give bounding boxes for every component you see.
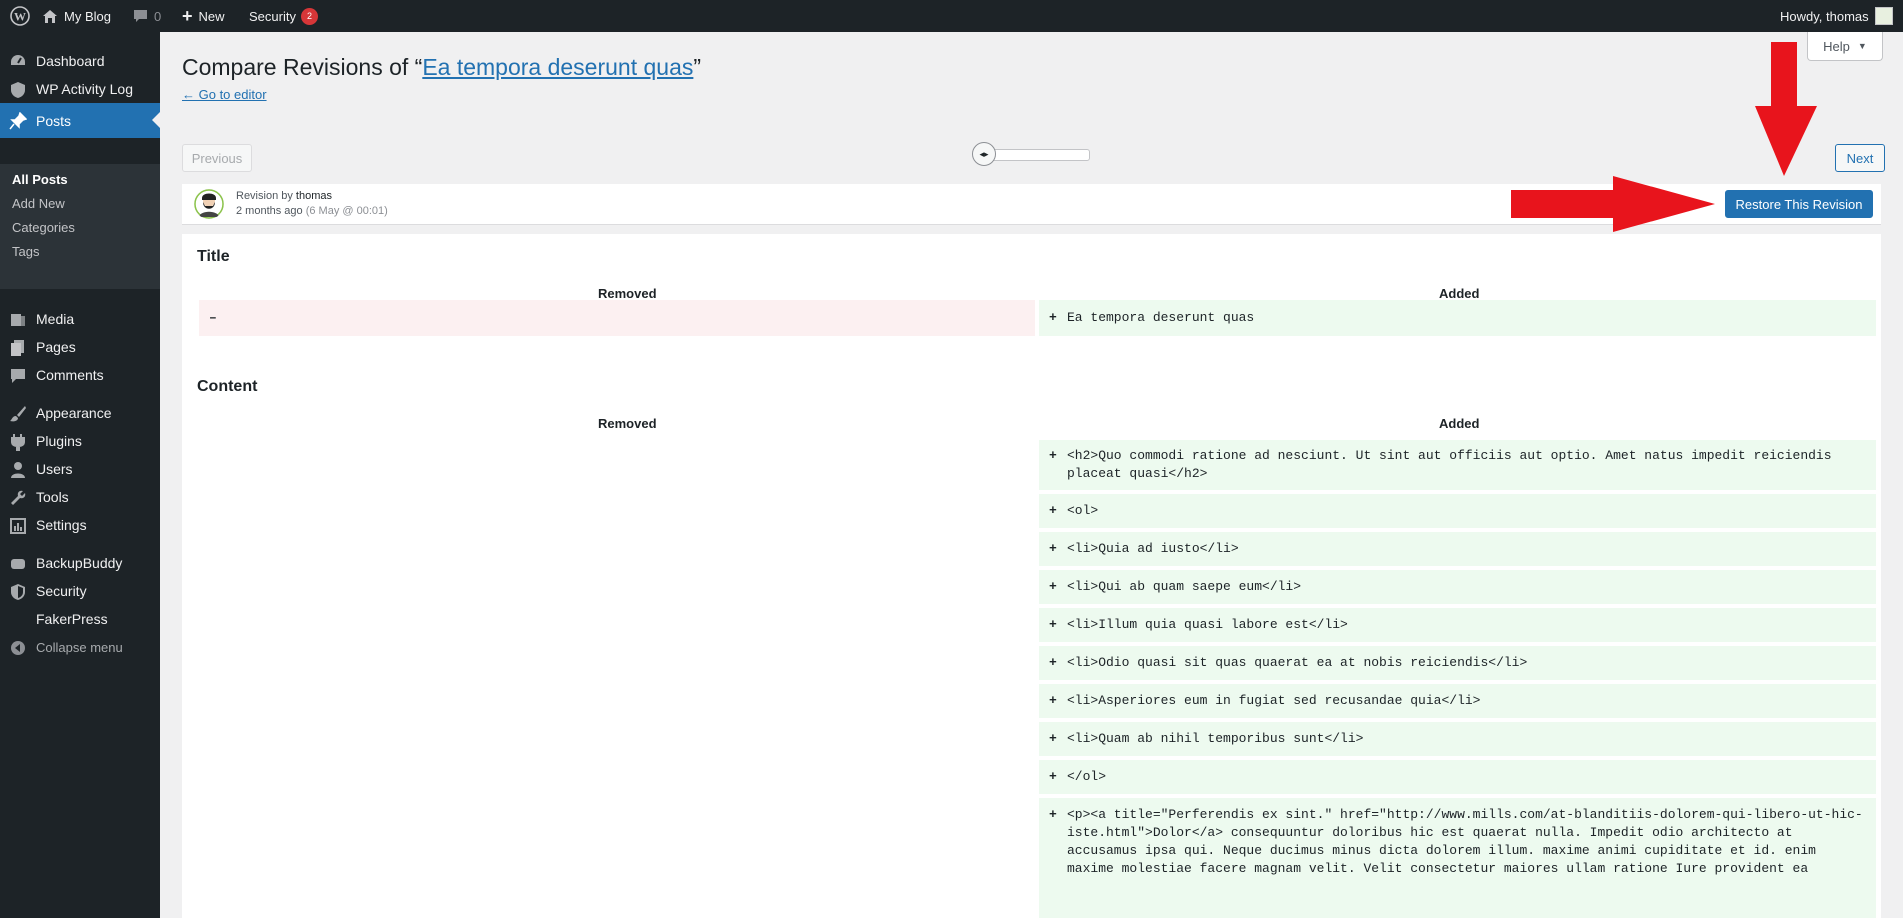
pages-icon (9, 339, 27, 357)
submenu-add-new[interactable]: Add New (12, 196, 65, 211)
plus-icon: + (182, 5, 193, 26)
content-added-row: + <li>Qui ab quam saepe eum</li> (1039, 570, 1876, 604)
wordpress-logo-icon[interactable]: W (10, 0, 30, 32)
shield-icon (9, 583, 27, 601)
content-section-heading: Content (197, 378, 258, 395)
active-menu-arrow (152, 112, 160, 128)
revision-time: 2 months ago (6 May @ 00:01) (236, 205, 388, 217)
submenu-tags[interactable]: Tags (12, 244, 39, 259)
content-added-row: + </ol> (1039, 760, 1876, 794)
content-added-row: + <li>Illum quia quasi labore est</li> (1039, 608, 1876, 642)
menu-settings[interactable]: Settings (0, 508, 160, 542)
go-to-editor-link[interactable]: ← Go to editor (182, 87, 267, 102)
minus-icon: – (209, 310, 217, 325)
revision-slider[interactable] (980, 149, 1090, 161)
content-added-row: + <h2>Quo commodi ratione ad nesciunt. U… (1039, 440, 1876, 490)
admin-bar: W My Blog 0 + New Security 2 Howdy, thom… (0, 0, 1903, 32)
security-link[interactable]: Security 2 (249, 0, 318, 32)
content-removed-header: Removed (598, 416, 657, 431)
plus-icon: + (1049, 693, 1057, 708)
user-icon (9, 461, 27, 479)
new-content-link[interactable]: + New (182, 0, 225, 32)
comments-count: 0 (154, 8, 162, 24)
title-added-row: + Ea tempora deserunt quas (1039, 300, 1876, 336)
content-added-row: + <li>Asperiores eum in fugiat sed recus… (1039, 684, 1876, 718)
post-title-link[interactable]: Ea tempora deserunt quas (422, 54, 693, 80)
wrench-icon (9, 489, 27, 507)
plus-icon: + (1049, 807, 1057, 822)
menu-wp-activity-log[interactable]: WP Activity Log (0, 72, 160, 106)
menu-comments[interactable]: Comments (0, 358, 160, 392)
settings-icon (9, 517, 27, 535)
plus-icon: + (1049, 579, 1057, 594)
content-added-header: Added (1439, 416, 1480, 431)
content-added-row: + <li>Quia ad iusto</li> (1039, 532, 1876, 566)
plus-icon: + (1049, 655, 1057, 670)
slider-handle[interactable]: ◂▸ (972, 142, 996, 166)
right-arrow-icon (1511, 176, 1715, 232)
plus-icon: + (1049, 769, 1057, 784)
admin-sidebar: Dashboard WP Activity Log Posts All Post… (0, 32, 160, 918)
slider-arrows-icon: ◂▸ (979, 148, 989, 159)
plus-icon: + (1049, 310, 1057, 325)
comments-link[interactable]: 0 (133, 0, 161, 32)
title-section-heading: Title (197, 248, 230, 265)
revision-diff: Title Removed Added – + Ea tempora deser… (182, 234, 1881, 918)
title-removed-header: Removed (598, 286, 657, 301)
security-label: Security (249, 8, 296, 24)
plus-icon: + (1049, 541, 1057, 556)
posts-submenu: All Posts Add New Categories Tags (0, 164, 160, 289)
plus-icon: + (1049, 617, 1057, 632)
comments-icon (9, 367, 27, 385)
author-name: thomas (295, 190, 332, 202)
comment-bubble-icon (133, 9, 148, 23)
avatar-small (1874, 7, 1893, 25)
content-added-row: + <li>Quam ab nihil temporibus sunt</li> (1039, 722, 1876, 756)
collapse-menu-button[interactable]: Collapse menu (0, 630, 160, 664)
site-name: My Blog (64, 8, 111, 24)
author-avatar (194, 189, 224, 219)
pin-icon (9, 111, 28, 130)
dashboard-icon (9, 53, 27, 71)
backup-icon (9, 555, 27, 573)
plus-icon: + (1049, 503, 1057, 518)
collapse-icon (9, 639, 27, 657)
plus-icon: + (1049, 731, 1057, 746)
plus-icon: + (1049, 448, 1057, 463)
submenu-categories[interactable]: Categories (12, 220, 75, 235)
security-badge: 2 (300, 7, 318, 25)
title-added-header: Added (1439, 286, 1480, 301)
svg-text:W: W (14, 10, 26, 24)
title-removed-row: – (199, 300, 1035, 336)
greeting: Howdy, thomas (1780, 8, 1869, 24)
previous-button[interactable]: Previous (182, 144, 252, 172)
submenu-all-posts[interactable]: All Posts (12, 172, 68, 187)
account-link[interactable]: Howdy, thomas (1780, 0, 1893, 32)
content-added-row: + <li>Odio quasi sit quas quaerat ea at … (1039, 646, 1876, 680)
media-icon (9, 311, 27, 329)
content-added-row: + <ol> (1039, 494, 1876, 528)
page-title: Compare Revisions of “Ea tempora deserun… (182, 54, 702, 80)
new-label: New (198, 8, 225, 24)
annotation-arrows (1511, 42, 1817, 232)
menu-posts[interactable]: Posts (0, 103, 160, 138)
plugin-icon (9, 433, 27, 451)
site-name-link[interactable]: My Blog (42, 0, 111, 32)
brush-icon (9, 405, 27, 423)
home-icon (42, 9, 58, 24)
content-added-row: + <p><a title="Perferendis ex sint." hre… (1039, 798, 1876, 918)
activity-log-icon (9, 81, 27, 99)
down-arrow-icon (1755, 42, 1817, 176)
revision-author: Revision by thomas (236, 190, 332, 202)
